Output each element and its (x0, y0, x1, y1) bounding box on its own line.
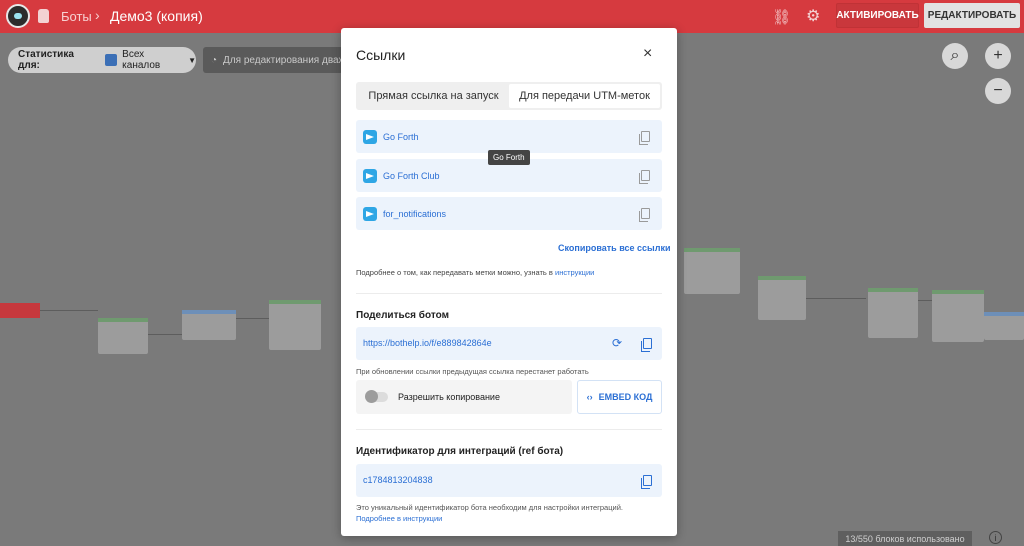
flow-edge (148, 334, 182, 335)
flow-block[interactable] (98, 318, 148, 354)
bot-title: Демо3 (копия) (110, 8, 203, 24)
flow-edge (40, 310, 98, 311)
flow-block[interactable] (758, 276, 806, 320)
share-note: При обновлении ссылки предыдущая ссылка … (356, 367, 589, 376)
zoom-out-button[interactable]: − (985, 78, 1011, 104)
hint-text: Для редактирования дважды (223, 54, 343, 66)
refresh-icon[interactable]: ⟳ (612, 336, 622, 350)
minus-icon: − (993, 82, 1003, 99)
copy-icon[interactable] (639, 170, 650, 184)
link-name[interactable]: Go Forth (383, 132, 419, 142)
tab-utm[interactable]: Для передачи UTM-меток (509, 84, 660, 108)
ref-note: Это уникальный идентификатор бота необхо… (356, 503, 623, 512)
flow-edge (236, 318, 269, 319)
flow-block[interactable] (684, 248, 740, 294)
flow-block[interactable] (269, 300, 321, 350)
embed-code-button[interactable]: ‹› EMBED КОД (577, 380, 662, 414)
stats-label: Статистика для: (18, 49, 74, 71)
close-icon[interactable]: × (643, 45, 652, 63)
gear-icon[interactable]: ⚙ (806, 6, 820, 26)
ref-title: Идентификатор для интеграций (ref бота) (356, 446, 564, 457)
allow-copy-toggle[interactable] (365, 390, 388, 403)
flow-edge (806, 298, 866, 299)
share-url[interactable]: https://bothelp.io/f/e889842864e (363, 338, 492, 348)
copy-icon[interactable] (639, 131, 650, 145)
chevron-down-icon: ▼ (188, 55, 196, 65)
copy-icon[interactable] (639, 208, 650, 222)
allow-copy-label: Разрешить копирование (398, 392, 500, 402)
tab-direct-link[interactable]: Прямая ссылка на запуск (358, 84, 509, 108)
edit-button[interactable]: РЕДАКТИРОВАТЬ (924, 3, 1020, 28)
ref-value[interactable]: c1784813204838 (363, 475, 433, 485)
flow-block[interactable] (984, 312, 1024, 340)
copy-icon[interactable] (641, 338, 652, 352)
share-link-row: https://bothelp.io/f/e889842864e ⟳ (356, 327, 662, 360)
utm-help-text: Подробнее о том, как передавать метки мо… (356, 268, 594, 277)
bot-icon (38, 9, 49, 23)
info-icon[interactable]: i (989, 531, 1002, 544)
allow-copy-box: Разрешить копирование (356, 380, 572, 414)
telegram-icon (363, 206, 377, 221)
ref-help-link[interactable]: Подробнее в инструкции (356, 514, 442, 523)
embed-label: EMBED КОД (598, 392, 653, 402)
modal-title: Ссылки (356, 47, 406, 63)
links-modal: Ссылки × Прямая ссылка на запуск Для пер… (341, 28, 677, 536)
divider (356, 429, 662, 430)
app-logo[interactable] (6, 4, 30, 28)
divider (356, 293, 662, 294)
breadcrumb-bots[interactable]: Боты (61, 9, 92, 24)
link-row[interactable]: Go Forth (356, 120, 662, 153)
breadcrumb-separator: › (95, 7, 100, 23)
search-button[interactable]: ⌕ (942, 43, 968, 69)
hint-icon: ◔ (211, 54, 218, 66)
activate-button[interactable]: АКТИВИРОВАТЬ (836, 3, 919, 28)
link-row[interactable]: for_notifications (356, 197, 662, 230)
channel-value: Всех каналов (122, 49, 161, 71)
channels-icon (105, 54, 118, 66)
link-name[interactable]: Go Forth Club (383, 171, 440, 181)
flow-edge (918, 300, 932, 301)
edit-hint: ◔ Для редактирования дважды (203, 47, 343, 73)
flow-block[interactable] (932, 290, 984, 342)
stats-channel-select[interactable]: Статистика для: Всех каналов ▼ (8, 47, 196, 73)
ref-row: c1784813204838 (356, 464, 662, 497)
search-icon: ⌕ (950, 47, 960, 64)
share-title: Поделиться ботом (356, 310, 449, 321)
utm-help-link[interactable]: инструкции (555, 268, 594, 277)
link-icon[interactable]: ⛓ (772, 8, 791, 26)
blocks-counter: 13/550 блоков использовано (838, 531, 972, 546)
copy-all-links-button[interactable]: Скопировать все ссылки (558, 243, 670, 253)
plus-icon: + (993, 47, 1003, 64)
copy-icon[interactable] (641, 475, 652, 489)
flow-block[interactable] (182, 310, 236, 340)
code-icon: ‹› (586, 392, 593, 402)
telegram-icon (363, 129, 377, 144)
link-tooltip: Go Forth (488, 150, 530, 165)
telegram-icon (363, 168, 377, 183)
link-tabs: Прямая ссылка на запуск Для передачи UTM… (356, 82, 662, 110)
zoom-in-button[interactable]: + (985, 43, 1011, 69)
flow-block[interactable] (868, 288, 918, 338)
flow-start-block[interactable] (0, 303, 40, 318)
utm-help-label: Подробнее о том, как передавать метки мо… (356, 268, 553, 277)
link-name[interactable]: for_notifications (383, 209, 446, 219)
